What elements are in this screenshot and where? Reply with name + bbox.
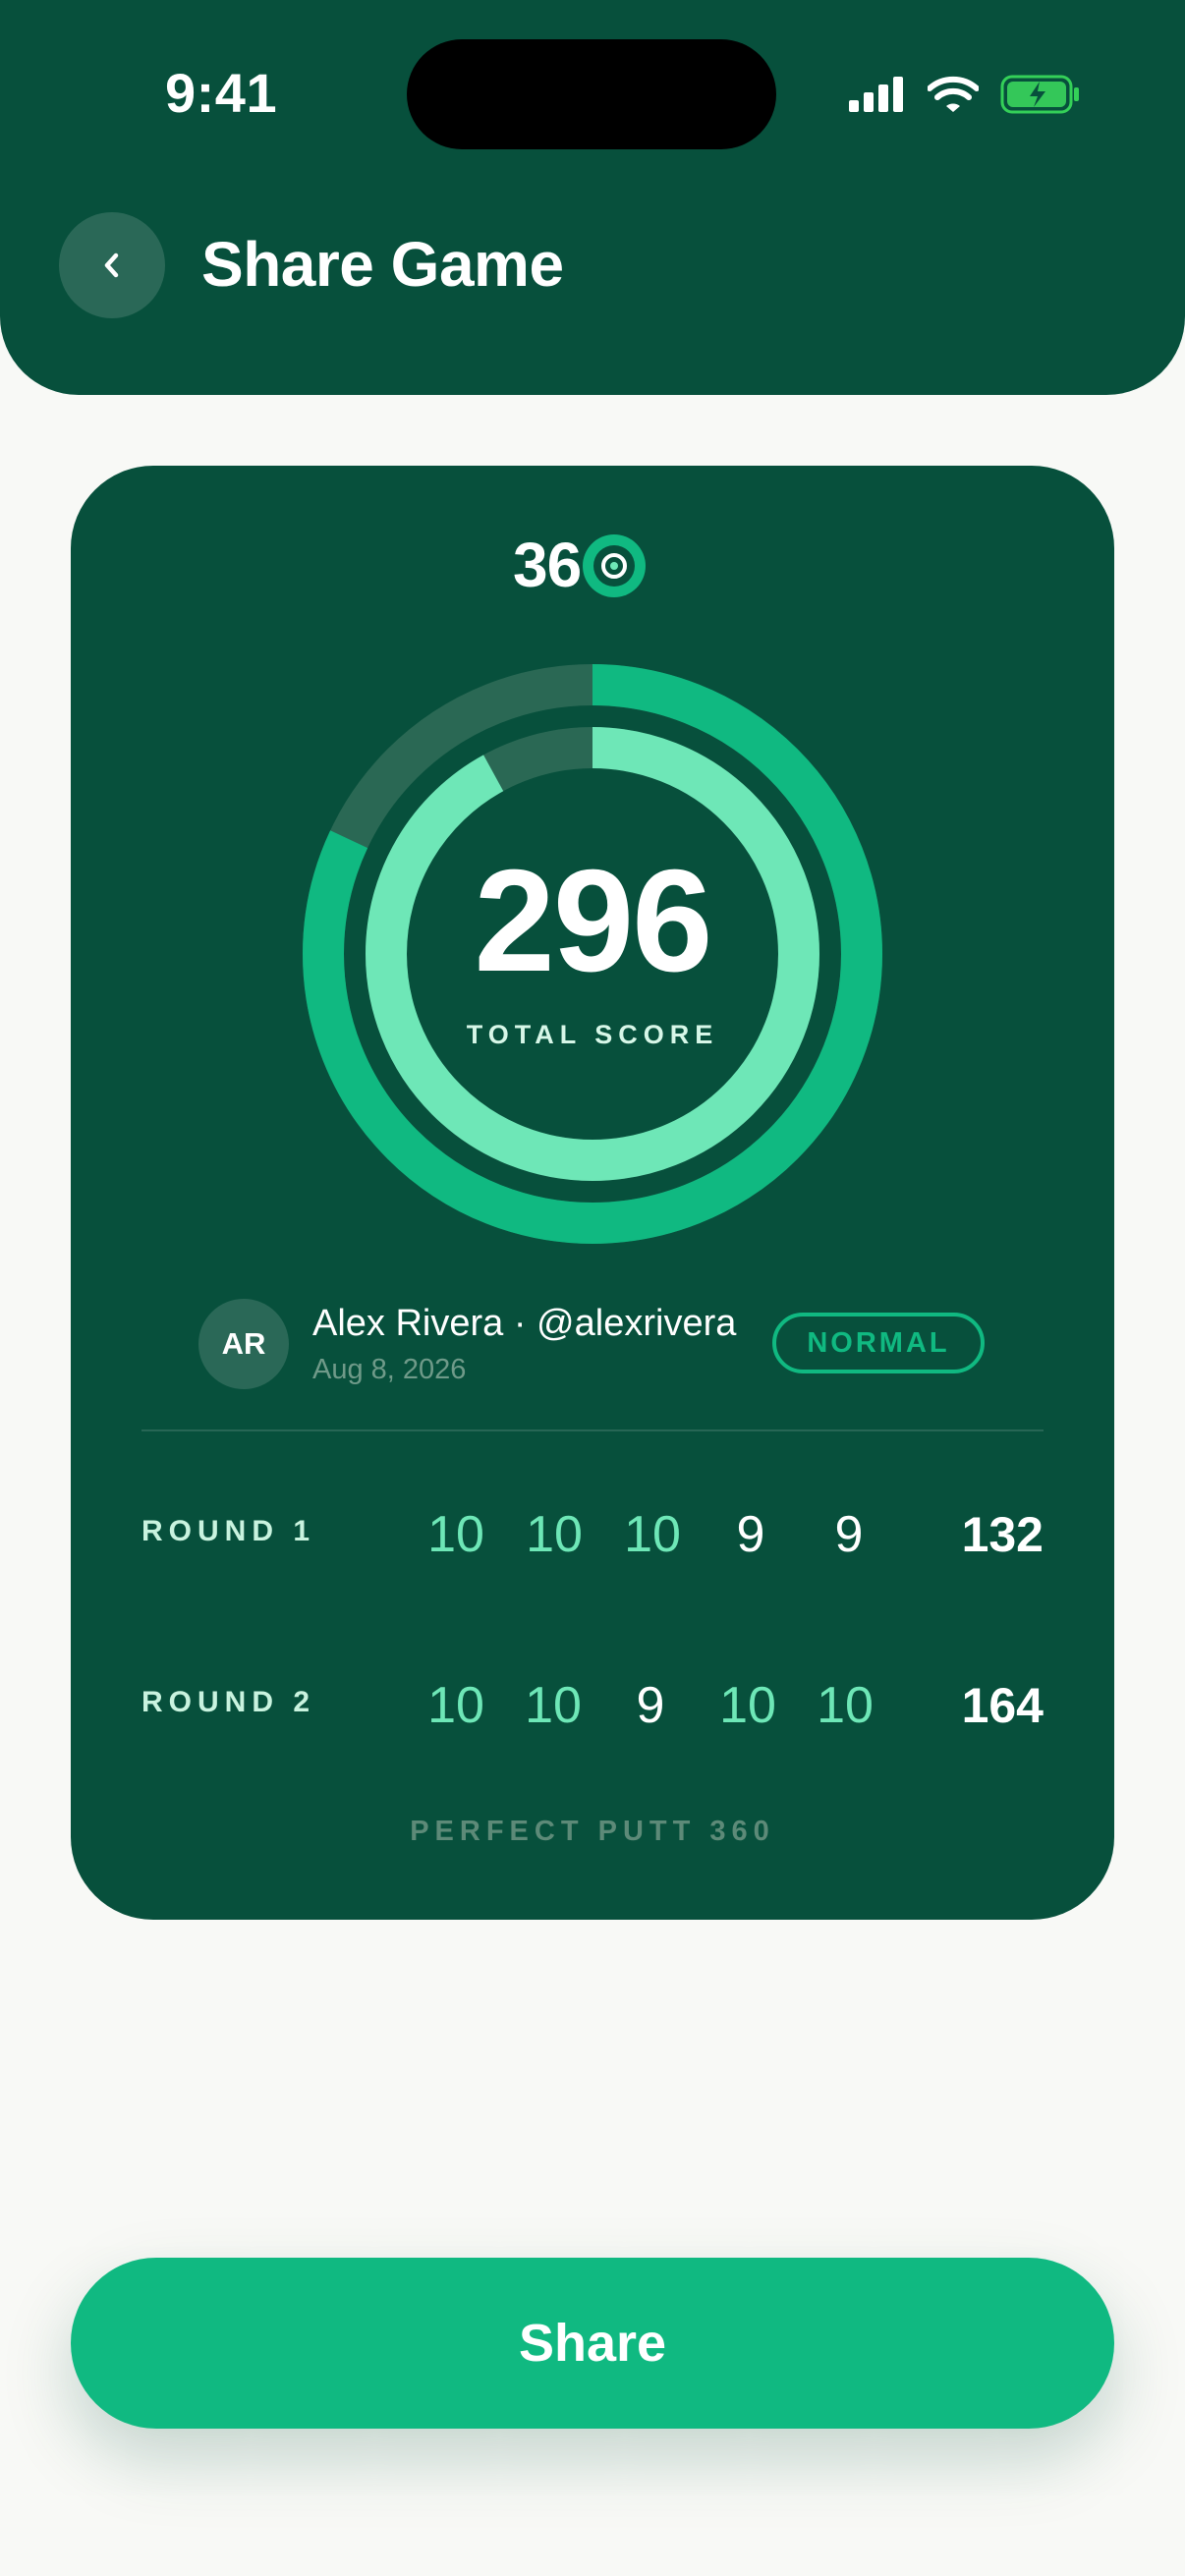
share-button[interactable]: Share (71, 2258, 1114, 2429)
hole-score: 10 (525, 1677, 582, 1734)
round-label: ROUND 1 (141, 1515, 316, 1547)
status-icons (849, 73, 1081, 116)
hole-score: 10 (526, 1506, 583, 1563)
total-score: 296 (474, 840, 713, 1002)
round-total: 132 (961, 1507, 1044, 1562)
difficulty-badge: NORMAL (772, 1313, 985, 1373)
round-label: ROUND 2 (141, 1686, 316, 1718)
signal-icon (849, 77, 903, 112)
game-date: Aug 8, 2026 (312, 1354, 467, 1385)
card-footer: PERFECT PUTT 360 (410, 1816, 775, 1847)
status-time: 9:41 (165, 62, 278, 124)
battery-icon (1000, 75, 1079, 114)
header: 9:41 Share Game (0, 0, 1185, 395)
wifi-icon (928, 76, 979, 112)
back-chevron-icon (104, 252, 119, 278)
back-button[interactable] (59, 212, 165, 318)
round-row: ROUND 1 10 10 10 9 9 132 (141, 1495, 1044, 1574)
hole-score: 10 (624, 1506, 681, 1563)
dynamic-island (407, 39, 776, 149)
page-title: Share Game (201, 229, 564, 300)
logo-target-icon (583, 534, 647, 597)
player-name: Alex Rivera · @alexrivera (312, 1303, 737, 1344)
round-total: 164 (961, 1678, 1044, 1733)
app-logo: 36 (513, 530, 647, 600)
total-score-label: TOTAL SCORE (466, 1020, 719, 1049)
hole-score: 10 (719, 1677, 776, 1734)
hole-score: 10 (427, 1677, 484, 1734)
divider (141, 1429, 1044, 1431)
avatar: AR (198, 1299, 289, 1389)
hole-score: 9 (834, 1506, 864, 1563)
hole-score: 10 (817, 1677, 874, 1734)
hole-score: 9 (636, 1677, 665, 1734)
logo-text: 36 (513, 530, 582, 600)
hole-score: 10 (427, 1506, 484, 1563)
round-row: ROUND 2 10 10 9 10 10 164 (141, 1666, 1044, 1745)
hole-score: 9 (736, 1506, 765, 1563)
score-card: 36 296 TOTAL SCORE AR Alex Rivera · @ale… (71, 466, 1114, 1920)
